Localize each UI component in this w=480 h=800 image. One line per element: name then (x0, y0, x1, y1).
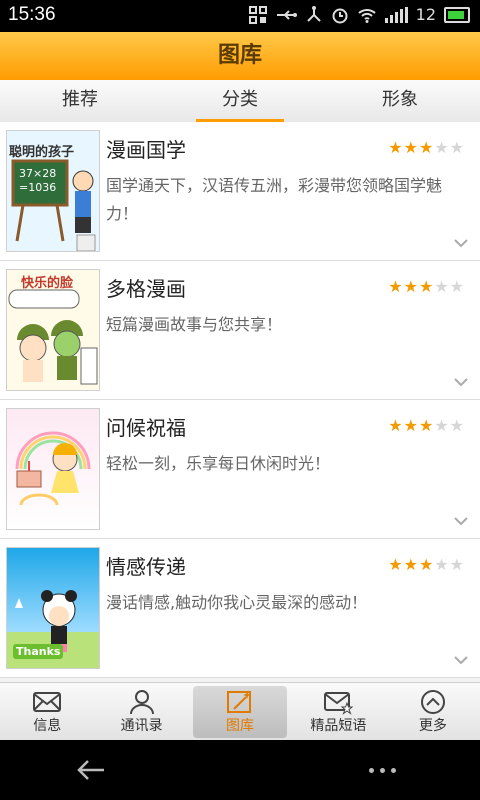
thumbnail-wenhou (6, 408, 100, 530)
star-icon: ★ (434, 277, 449, 296)
nav-more[interactable]: 更多 (386, 683, 480, 741)
list-item[interactable]: 问候祝福 ★ ★ ★ ★ ★ 轻松一刻，乐享每日休闲时光！ (0, 400, 480, 539)
star-icon: ★ (403, 138, 418, 157)
nav-gallery[interactable]: 图库 (192, 686, 288, 738)
envelope-icon (33, 692, 62, 712)
rating-stars: ★ ★ ★ ★ ★ (388, 418, 464, 434)
list-item[interactable]: Thanks 情感传递 ★ ★ ★ ★ ★ 漫话情感,触动你我心灵最深的感动！ (0, 539, 480, 678)
nav-messages[interactable]: 信息 (0, 683, 94, 741)
status-icons: 12 (248, 5, 470, 24)
chevron-down-icon[interactable] (454, 514, 468, 528)
nav-label: 信息 (33, 718, 62, 734)
alarm-icon (332, 8, 348, 23)
qr-grid-icon (248, 5, 267, 24)
star-icon: ★ (434, 416, 449, 435)
page-title: 图库 (0, 32, 480, 80)
thumbnail-duoge: 快乐的脸 (6, 269, 100, 391)
item-title: 多格漫画 (106, 277, 186, 301)
star-icon: ★ (403, 555, 418, 574)
list-item[interactable]: 聪明的孩子 37×28 =1036 漫画国学 ★ ★ ★ ★ ★ 国学通天下，汉语传五洲… (0, 122, 480, 261)
usb-icon (276, 9, 297, 20)
chevron-down-icon[interactable] (454, 375, 468, 389)
soldiers-illustration (8, 289, 98, 385)
clock: 15:36 (8, 4, 56, 25)
rating-stars: ★ ★ ★ ★ ★ (388, 140, 464, 156)
item-description: 轻松一刻，乐享每日休闲时光！ (106, 454, 331, 473)
chalkboard-text: 37×28 =1036 (19, 167, 57, 194)
star-mail-icon (324, 692, 354, 715)
battery-icon (444, 6, 470, 23)
tab-category[interactable]: 分类 (160, 80, 320, 123)
star-icon: ★ (403, 416, 418, 435)
contact-icon (129, 690, 154, 715)
star-icon: ★ (449, 555, 464, 574)
item-title: 情感传递 (106, 555, 186, 579)
nav-label: 更多 (418, 718, 447, 734)
chalkboard-illustration (11, 159, 96, 251)
birthday-fairy-illustration (15, 431, 91, 506)
item-description: 国学通天下，汉语传五洲，彩漫带您领略国学魅力！ (106, 176, 443, 223)
thumbnail-guoxue: 聪明的孩子 37×28 =1036 (6, 130, 100, 252)
nav-label: 通讯录 (120, 718, 163, 734)
nav-label: 图库 (226, 718, 255, 734)
system-navigation-bar (0, 740, 480, 800)
magic-wand-icon (227, 691, 252, 713)
tab-image[interactable]: 形象 (320, 80, 480, 122)
rating-stars: ★ ★ ★ ★ ★ (388, 557, 464, 573)
star-icon: ★ (434, 555, 449, 574)
star-icon: ★ (388, 555, 403, 574)
wifi-icon (357, 8, 376, 23)
star-icon: ★ (449, 138, 464, 157)
chevron-up-circle-icon (420, 690, 445, 714)
status-bar: 15:36 12 (0, 0, 480, 32)
item-description: 漫话情感,触动你我心灵最深的感动！ (106, 593, 368, 612)
star-icon: ★ (449, 277, 464, 296)
signal-icon (384, 6, 408, 23)
star-icon: ★ (388, 277, 403, 296)
item-title: 漫画国学 (106, 138, 186, 162)
back-arrow-icon[interactable] (76, 758, 106, 782)
chevron-down-icon[interactable] (454, 236, 468, 250)
list-item[interactable]: 快乐的脸 多格漫画 ★ ★ ★ ★ ★ 短篇漫画故事与您共享！ (0, 261, 480, 400)
thumbnail-qinggan: Thanks (6, 547, 100, 669)
nav-contacts[interactable]: 通讯录 (94, 683, 188, 741)
star-icon: ★ (418, 416, 434, 435)
nav-label: 精品短语 (310, 718, 367, 734)
star-icon: ★ (388, 138, 403, 157)
star-icon: ★ (449, 416, 464, 435)
star-icon: ★ (418, 277, 434, 296)
star-icon: ★ (388, 416, 403, 435)
thumbnail-caption: Thanks (13, 644, 64, 659)
item-title: 问候祝福 (106, 416, 186, 440)
menu-dots-icon[interactable] (369, 768, 396, 773)
gallery-list: 聪明的孩子 37×28 =1036 漫画国学 ★ ★ ★ ★ ★ 国学通天下，汉语传五洲… (0, 122, 480, 682)
battery-level: 12 (415, 5, 436, 24)
bottom-navigation: 信息 通讯录 图库 精品短语 更多 (0, 682, 480, 741)
branch-icon (306, 5, 321, 22)
nav-phrases[interactable]: 精品短语 (291, 683, 385, 741)
chevron-down-icon[interactable] (454, 653, 468, 667)
item-description: 短篇漫画故事与您共享！ (106, 315, 283, 334)
star-icon: ★ (403, 277, 418, 296)
rating-stars: ★ ★ ★ ★ ★ (388, 279, 464, 295)
star-icon: ★ (418, 138, 434, 157)
category-tabs: 推荐 分类 形象 (0, 80, 480, 123)
star-icon: ★ (418, 555, 434, 574)
star-icon: ★ (434, 138, 449, 157)
tab-recommend[interactable]: 推荐 (0, 80, 160, 122)
